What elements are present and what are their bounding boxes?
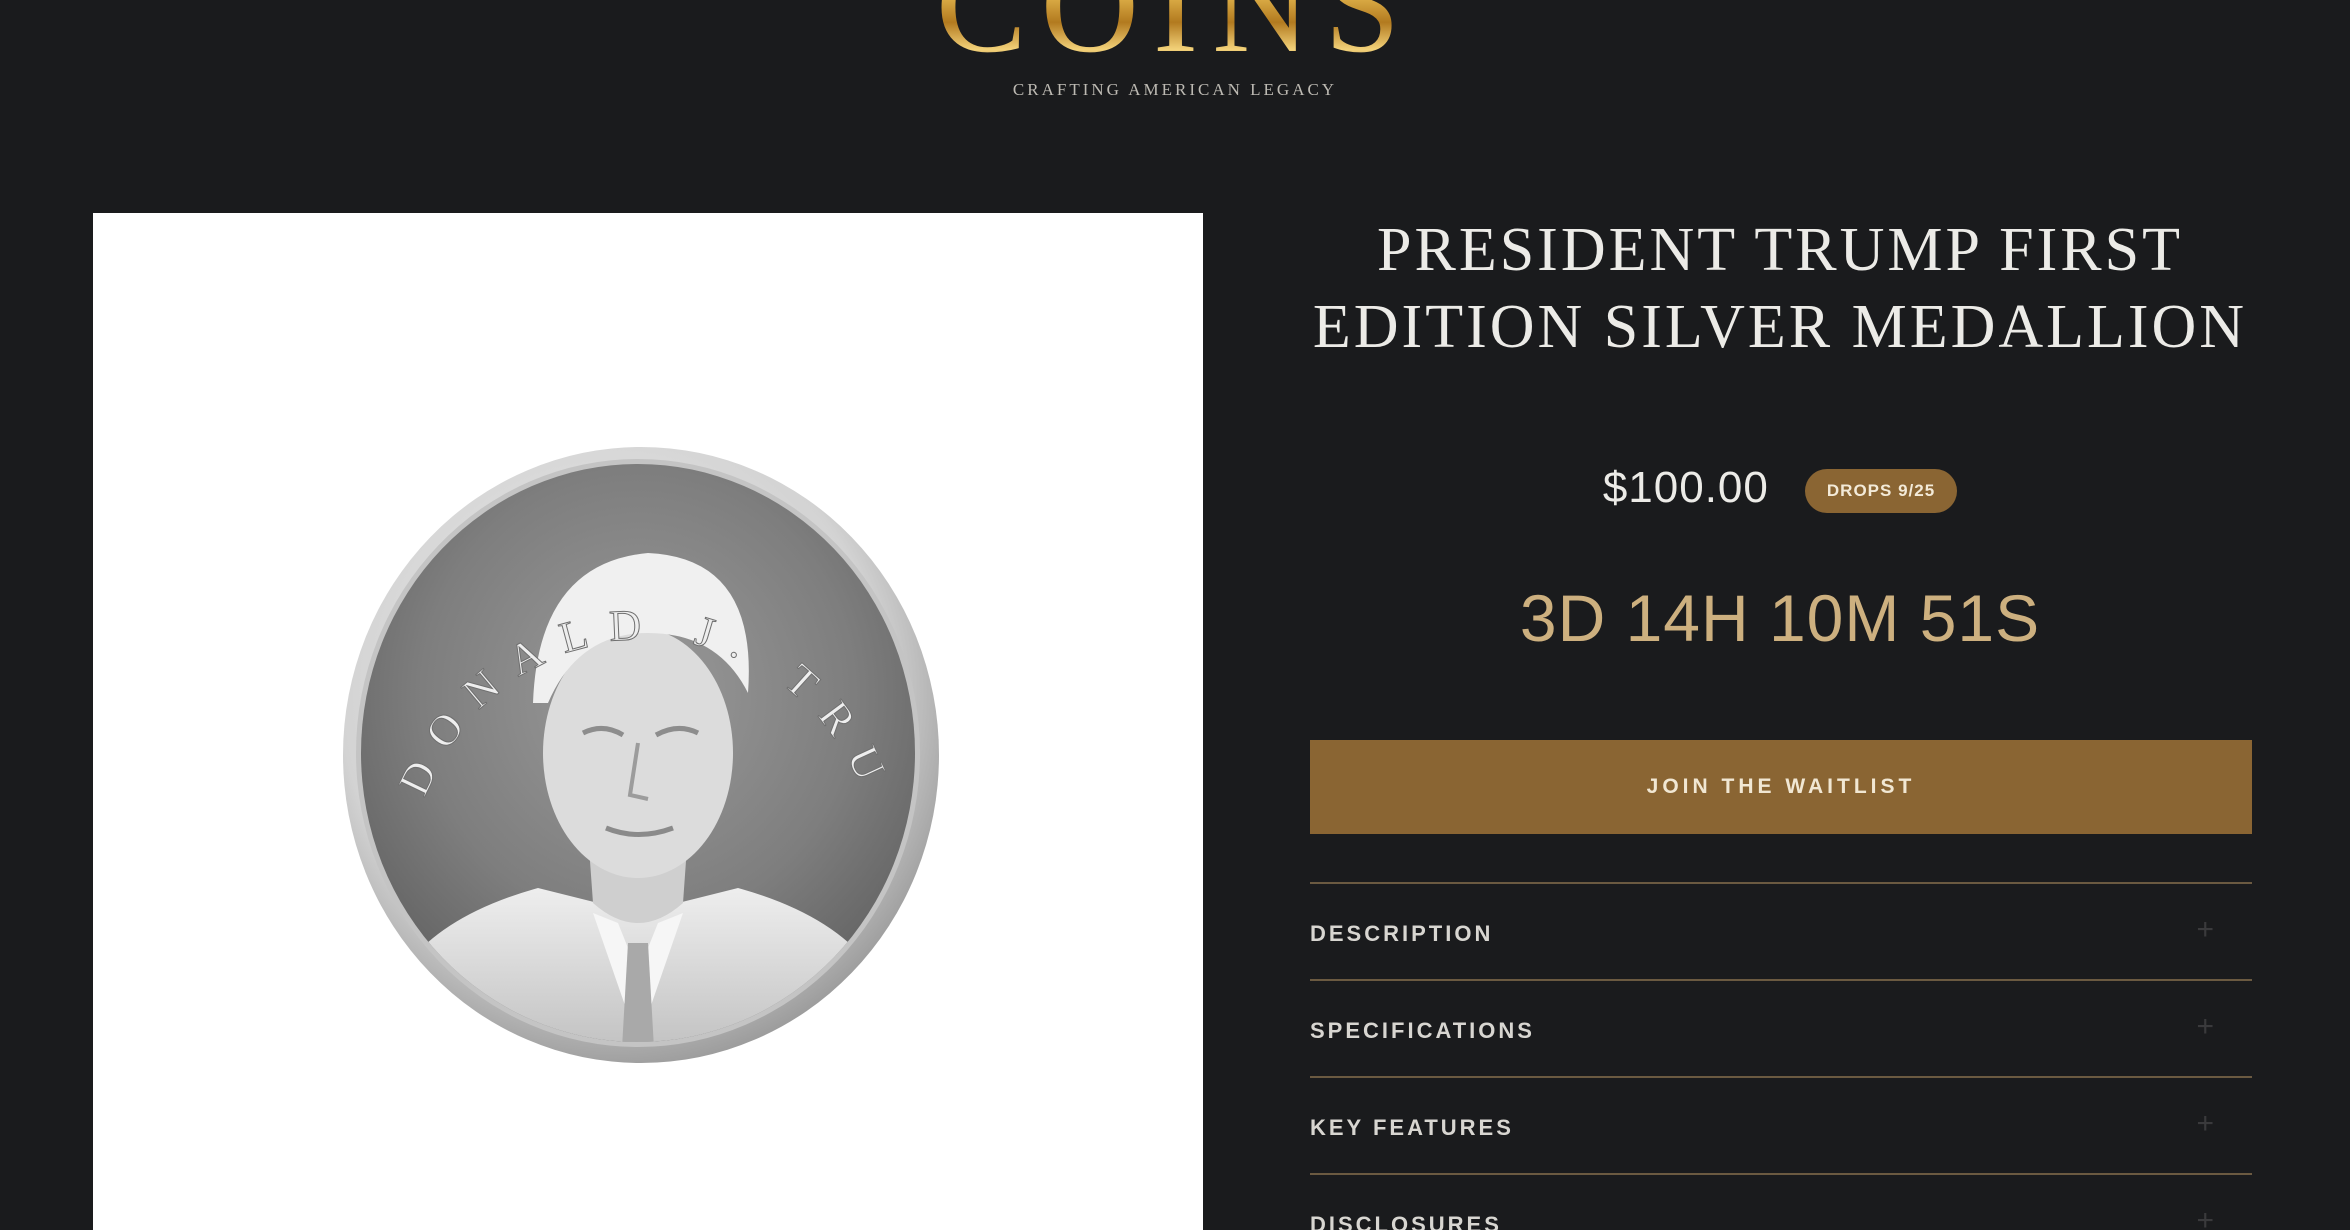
accordion-label: KEY FEATURES	[1310, 1115, 1514, 1140]
accordion-item-description[interactable]: DESCRIPTION +	[1310, 882, 2252, 979]
logo-tagline: CRAFTING AMERICAN LEGACY	[1012, 80, 1338, 99]
plus-icon: +	[2196, 1204, 2214, 1230]
plus-icon: +	[2196, 913, 2214, 946]
accordion-label: SPECIFICATIONS	[1310, 1018, 1535, 1043]
product-title: PRESIDENT TRUMP FIRST EDITION SILVER MED…	[1312, 216, 2248, 361]
medallion-image: DONALD J. TRUMP	[338, 443, 939, 1063]
accordion-item-key-features[interactable]: KEY FEATURES +	[1310, 1076, 2252, 1173]
plus-icon: +	[2196, 1107, 2214, 1140]
join-waitlist-button[interactable]: JOIN THE WAITLIST	[1310, 740, 2252, 834]
accordion-item-specifications[interactable]: SPECIFICATIONS +	[1310, 979, 2252, 1076]
product-price: $100.00	[1602, 463, 1769, 512]
plus-icon: +	[2196, 1010, 2214, 1043]
site-header: COINS CRAFTING AMERICAN LEGACY	[0, 0, 2350, 110]
accordion-label: DISCLOSURES	[1310, 1212, 1502, 1230]
accordion-label: DESCRIPTION	[1310, 921, 1494, 946]
countdown-timer: 3D 14H 10M 51S	[1519, 581, 2041, 655]
product-details-accordion: DESCRIPTION + SPECIFICATIONS + KEY FEATU…	[1310, 882, 2252, 1230]
accordion-item-disclosures[interactable]: DISCLOSURES +	[1310, 1173, 2252, 1230]
product-image[interactable]: DONALD J. TRUMP	[93, 213, 1203, 1230]
logo-wordmark: COINS	[0, 0, 2350, 74]
price-row: $100.00 DROPS 9/25	[1310, 458, 2250, 518]
drop-date-badge: DROPS 9/25	[1804, 469, 1958, 513]
product-page: COINS CRAFTING AMERICAN LEGACY DONALD J.…	[0, 0, 2350, 1230]
